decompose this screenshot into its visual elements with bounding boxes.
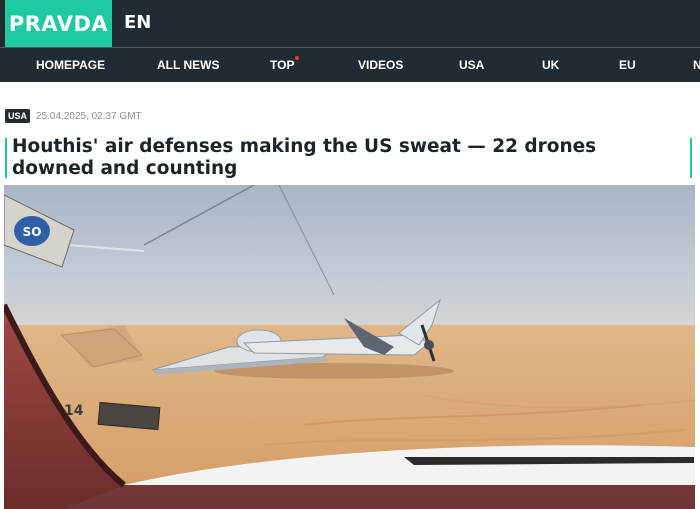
article-meta: USA 25.04.2025, 02:37 GMT: [5, 109, 142, 123]
new-indicator-dot: [295, 56, 299, 60]
top-header: PRAVDA EN: [0, 0, 700, 47]
nav-more-cut[interactable]: N: [693, 48, 700, 82]
nav-videos[interactable]: VIDEOS: [358, 48, 403, 82]
sky: [4, 185, 695, 335]
main-nav: HOMEPAGE ALL NEWS TOP VIDEOS USA UK EU N: [0, 48, 700, 82]
nav-usa[interactable]: USA: [459, 48, 484, 82]
article-headline: Houthis' air defenses making the US swea…: [12, 136, 597, 179]
nav-eu[interactable]: EU: [619, 48, 636, 82]
nav-all-news[interactable]: ALL NEWS: [157, 48, 219, 82]
site-logo[interactable]: PRAVDA: [5, 0, 112, 47]
headline-accent-left: [5, 138, 7, 178]
article-photo: SO 14: [4, 185, 695, 509]
language-selector[interactable]: EN: [124, 12, 151, 33]
nav-top[interactable]: TOP: [270, 48, 294, 82]
nav-homepage[interactable]: HOMEPAGE: [36, 48, 105, 82]
headline-accent-right: [690, 138, 692, 178]
nav-uk[interactable]: UK: [542, 48, 559, 82]
category-badge[interactable]: USA: [5, 109, 31, 123]
article-date: 25.04.2025, 02:37 GMT: [36, 110, 142, 122]
photo-drone-in-desert: SO 14: [4, 185, 695, 509]
sticker-text: SO: [23, 225, 42, 239]
